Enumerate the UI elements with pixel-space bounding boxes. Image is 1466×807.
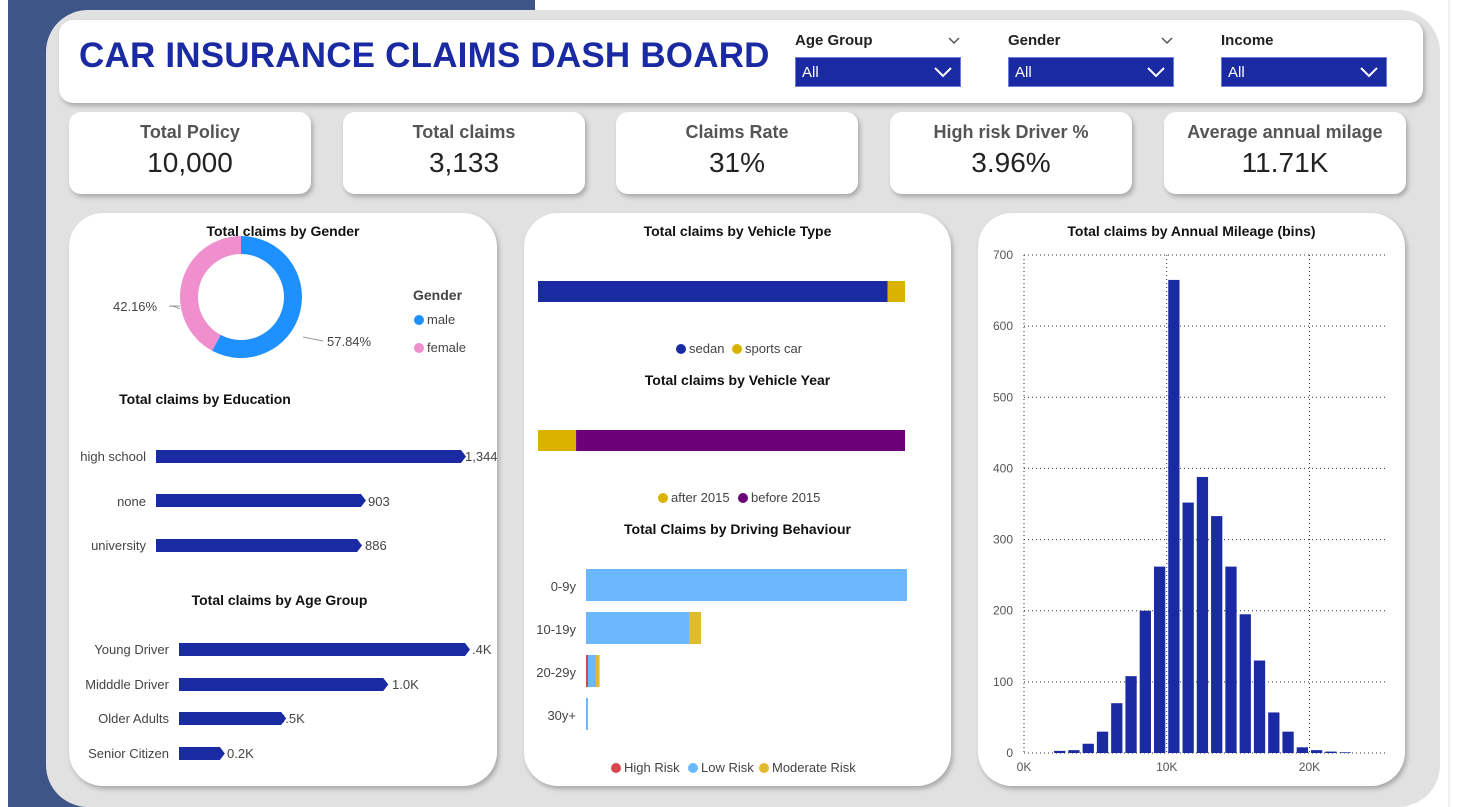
age-group-bar-0[interactable] xyxy=(179,643,470,656)
behaviour-bar-30y+-1[interactable] xyxy=(586,698,588,730)
behaviour-bar-10-19y-1[interactable] xyxy=(586,612,690,644)
income-dropdown[interactable]: All xyxy=(1221,57,1387,87)
demographic-bar-charts xyxy=(156,450,470,760)
panel-mileage: Total claims by Annual Mileage (bins) 01… xyxy=(978,213,1405,786)
education-bar-1[interactable] xyxy=(156,494,366,507)
histogram-bar[interactable] xyxy=(1082,743,1094,753)
histogram-bar[interactable] xyxy=(1139,610,1151,753)
kpi-value: 11.71K xyxy=(1241,147,1329,178)
page-title: CAR INSURANCE CLAIMS DASH BOARD xyxy=(79,36,770,75)
kpi-value: 3.96% xyxy=(971,147,1051,178)
y-tick-label: 500 xyxy=(993,390,1013,404)
filter-gender[interactable]: Gender All xyxy=(1008,31,1174,87)
age-group-bar-3[interactable] xyxy=(179,747,225,760)
histogram-bar[interactable] xyxy=(1153,566,1166,753)
vehicle-year-bar-0[interactable] xyxy=(538,430,577,451)
age-group-bar-2[interactable] xyxy=(179,712,287,725)
y-tick-label: 0 xyxy=(1006,746,1013,760)
x-tick-label: 10K xyxy=(1156,760,1177,774)
histogram-bar[interactable] xyxy=(1268,712,1280,753)
behaviour-bar-0-9y-1[interactable] xyxy=(586,569,907,601)
panel-vehicle: Total claims by Vehicle Type sedan sport… xyxy=(524,213,951,786)
kpi-total-claims: Total claims 3,133 xyxy=(343,112,585,194)
education-bar-2[interactable] xyxy=(156,539,363,552)
histogram-bar[interactable] xyxy=(1239,614,1251,753)
behaviour-bar-20-29y-2[interactable] xyxy=(596,655,600,687)
kpi-value: 10,000 xyxy=(147,147,233,178)
filter-income[interactable]: Income All xyxy=(1221,31,1387,87)
histogram-bar[interactable] xyxy=(1225,566,1237,753)
histogram-bar[interactable] xyxy=(1111,703,1123,753)
kpi-value: 31% xyxy=(708,147,766,178)
mileage-histogram: 0 100 200 300 400 500 600 700 0K 10K 20K xyxy=(993,248,1388,774)
vehicle-year-bar-1[interactable] xyxy=(576,430,905,451)
histogram-bar[interactable] xyxy=(1282,731,1294,753)
y-tick-label: 700 xyxy=(993,248,1013,262)
histogram-bar[interactable] xyxy=(1054,750,1066,753)
histogram-bar[interactable] xyxy=(1296,747,1308,753)
behaviour-bar-10-19y-2[interactable] xyxy=(689,612,702,644)
chevron-down-icon[interactable] xyxy=(947,33,961,47)
age-group-dropdown[interactable]: All xyxy=(795,57,961,87)
y-tick-label: 600 xyxy=(993,319,1013,333)
kpi-label: High risk Driver % xyxy=(933,122,1089,142)
histogram-bar[interactable] xyxy=(1253,660,1266,753)
age-group-bar-1[interactable] xyxy=(179,678,389,691)
dashboard-header: CAR INSURANCE CLAIMS DASH BOARD Age Grou… xyxy=(59,20,1423,103)
background-right-line xyxy=(1448,0,1450,807)
dropdown-value: All xyxy=(802,64,819,81)
histogram-bar[interactable] xyxy=(1211,516,1223,753)
kpi-total-policy: Total Policy 10,000 xyxy=(69,112,311,194)
kpi-label: Average annual milage xyxy=(1187,122,1383,142)
vehicle-type-bar-1[interactable] xyxy=(887,281,905,302)
filter-label: Gender xyxy=(1008,32,1061,49)
vehicle-type-bar-0[interactable] xyxy=(538,281,888,302)
y-tick-label: 200 xyxy=(993,604,1013,618)
histogram-bar[interactable] xyxy=(1339,752,1351,753)
education-bar-0[interactable] xyxy=(156,450,466,463)
chevron-down-icon xyxy=(1147,67,1165,78)
histogram-bar[interactable] xyxy=(1168,279,1180,753)
filter-label: Age Group xyxy=(795,32,873,49)
chevron-down-icon xyxy=(1360,67,1378,78)
filter-age-group[interactable]: Age Group All xyxy=(795,31,961,87)
histogram-bar[interactable] xyxy=(1325,751,1337,753)
behaviour-bar-20-29y-0[interactable] xyxy=(586,655,588,687)
x-tick-label: 20K xyxy=(1299,760,1320,774)
dropdown-value: All xyxy=(1228,64,1245,81)
gender-dropdown[interactable]: All xyxy=(1008,57,1174,87)
panel-demographics: Total claims by Gender 42.16% 57.84% Gen… xyxy=(69,213,498,786)
y-tick-label: 400 xyxy=(993,461,1013,475)
histogram-bar[interactable] xyxy=(1068,750,1080,753)
dropdown-value: All xyxy=(1015,64,1032,81)
y-tick-label: 300 xyxy=(993,533,1013,547)
kpi-label: Total Policy xyxy=(140,122,240,142)
kpi-high-risk-driver: High risk Driver % 3.96% xyxy=(890,112,1132,194)
x-tick-label: 0K xyxy=(1017,760,1032,774)
histogram-bar[interactable] xyxy=(1310,750,1323,753)
chevron-down-icon[interactable] xyxy=(1160,33,1174,47)
histogram-bar[interactable] xyxy=(1182,502,1194,753)
kpi-label: Claims Rate xyxy=(685,122,789,142)
filter-label: Income xyxy=(1221,32,1274,49)
kpi-claims-rate: Claims Rate 31% xyxy=(616,112,858,194)
vehicle-bar-charts xyxy=(538,281,907,730)
histogram-bar[interactable] xyxy=(1096,731,1109,753)
chevron-down-icon xyxy=(934,67,952,78)
kpi-value: 3,133 xyxy=(428,147,500,178)
histogram-bar[interactable] xyxy=(1196,476,1209,753)
histogram-bar[interactable] xyxy=(1125,676,1137,753)
kpi-average-annual-milage: Average annual milage 11.71K xyxy=(1164,112,1406,194)
y-tick-label: 100 xyxy=(993,675,1013,689)
kpi-label: Total claims xyxy=(412,122,516,142)
behaviour-bar-20-29y-1[interactable] xyxy=(588,655,597,687)
